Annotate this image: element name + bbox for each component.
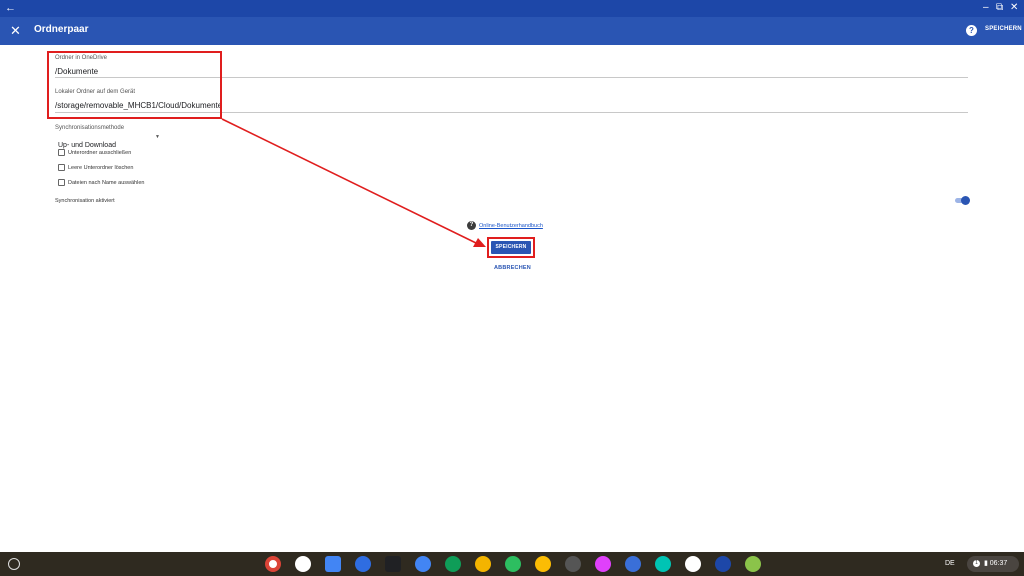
dropdown-arrow-icon: ▼ (155, 134, 160, 140)
slides-icon[interactable] (475, 556, 491, 572)
restore-icon[interactable]: ⧉ (996, 1, 1003, 15)
system-shelf: DE 1 ▮ 06:37 (0, 552, 1024, 576)
sheets-icon[interactable] (445, 556, 461, 572)
app-icon[interactable] (565, 556, 581, 572)
annotation-highlight-box (47, 51, 222, 119)
app-icon[interactable] (655, 556, 671, 572)
app-icon[interactable] (745, 556, 761, 572)
notification-icon: 1 (973, 559, 980, 567)
save-top-button[interactable]: SPEICHERN (985, 26, 1022, 32)
evernote-icon[interactable] (505, 556, 521, 572)
sync-method-select[interactable]: Up- und Download ▼ (58, 134, 160, 149)
gmail-icon[interactable] (295, 556, 311, 572)
cancel-button[interactable]: ABBRECHEN (494, 265, 531, 271)
page-title: Ordnerpaar (34, 24, 89, 35)
battery-icon: ▮ (983, 560, 988, 567)
checkbox-delete-empty-subfolders[interactable]: Leere Unterordner löschen (58, 163, 133, 172)
minimize-icon[interactable]: – (983, 1, 989, 15)
back-arrow-icon[interactable]: ← (5, 1, 16, 15)
save-button[interactable]: SPEICHERN (491, 241, 531, 254)
chrome-icon[interactable] (265, 556, 281, 572)
app-bar: ✕ Ordnerpaar ? SPEICHERN (0, 17, 1024, 45)
save-button-highlight: SPEICHERN (487, 237, 535, 258)
window-close-icon[interactable]: ✕ (1010, 1, 1018, 15)
terminal-icon[interactable] (385, 556, 401, 572)
play-store-icon[interactable] (685, 556, 701, 572)
keep-icon[interactable] (535, 556, 551, 572)
checkbox-box[interactable] (58, 179, 65, 186)
files-icon[interactable] (355, 556, 371, 572)
calendar-icon[interactable] (325, 556, 341, 572)
window-titlebar: ← – ⧉ ✕ (0, 0, 1024, 17)
question-icon: ? (467, 221, 476, 230)
help-link-row: ? Online-Benutzerhandbuch (467, 221, 543, 230)
checkbox-label: Unterordner ausschließen (68, 149, 132, 156)
toggle-knob (961, 196, 970, 205)
language-indicator[interactable]: DE (945, 560, 955, 567)
cloud-sync-icon[interactable] (715, 556, 731, 572)
help-icon[interactable]: ? (966, 25, 977, 36)
checkbox-box[interactable] (58, 164, 65, 171)
sync-method-label: Synchronisationsmethode (55, 125, 125, 131)
checkbox-label: Dateien nach Name auswählen (68, 179, 145, 186)
checkbox-box[interactable] (58, 149, 65, 156)
app-icon[interactable] (625, 556, 641, 572)
clock: 06:37 (989, 560, 1008, 567)
app-icon[interactable] (595, 556, 611, 572)
checkbox-label: Leere Unterordner löschen (68, 164, 134, 171)
online-manual-link[interactable]: Online-Benutzerhandbuch (479, 223, 543, 229)
checkbox-select-files-by-name[interactable]: Dateien nach Name auswählen (58, 178, 144, 187)
checkbox-exclude-subfolders[interactable]: Unterordner ausschließen (58, 148, 131, 157)
close-icon[interactable]: ✕ (10, 22, 21, 40)
launcher-icon[interactable] (8, 558, 20, 570)
sync-enabled-label: Synchronisation aktiviert (55, 198, 115, 204)
docs-icon[interactable] (415, 556, 431, 572)
status-tray[interactable]: 1 ▮ 06:37 (967, 556, 1019, 572)
sync-enabled-toggle[interactable] (955, 196, 970, 205)
